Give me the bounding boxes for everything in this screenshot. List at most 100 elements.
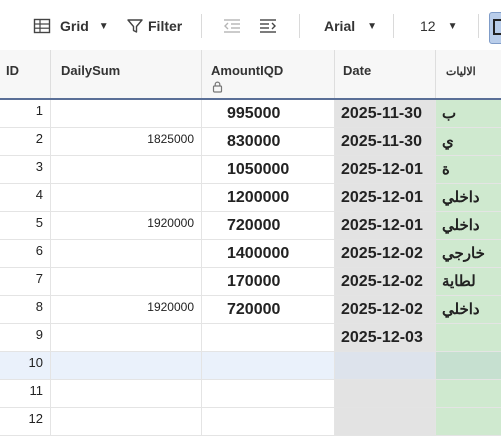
amount-cell[interactable]: 830000 [202,128,335,155]
id-cell[interactable]: 9 [0,324,51,351]
id-cell[interactable]: 10 [0,352,51,379]
font-family-select[interactable]: Arial ▼ [324,12,377,40]
font-size-select[interactable]: 12 ▼ [420,12,457,40]
date-cell[interactable]: 2025-12-01 [335,156,436,183]
table-row[interactable]: 8 1920000 720000 2025-12-02 داخلي [0,296,501,324]
daily-sum-cell[interactable] [51,324,202,351]
id-cell[interactable]: 6 [0,240,51,267]
amount-cell[interactable]: 720000 [202,296,335,323]
table-row[interactable]: 9 2025-12-03 [0,324,501,352]
date-cell[interactable]: 2025-12-03 [335,324,436,351]
daily-sum-cell[interactable]: 1825000 [51,128,202,155]
date-cell[interactable] [335,352,436,379]
id-cell[interactable]: 11 [0,380,51,407]
daily-sum-cell[interactable] [51,380,202,407]
date-cell[interactable]: 2025-12-01 [335,212,436,239]
arabic-cell[interactable]: داخلي [436,296,501,323]
table-row[interactable]: 3 1050000 2025-12-01 ة [0,156,501,184]
column-header-id[interactable]: ID [0,50,51,98]
column-header-amount[interactable]: AmountIQD [202,50,335,98]
date-cell[interactable]: 2025-11-30 [335,128,436,155]
daily-sum-cell[interactable]: 1920000 [51,212,202,239]
column-header-daily-sum[interactable]: DailySum [51,50,202,98]
toolbar: Grid ▼ Filter Arial ▼ 12 ▼ [0,0,501,51]
chevron-down-icon: ▼ [367,20,378,32]
table-row-selected[interactable]: 10 [0,352,501,380]
id-cell[interactable]: 2 [0,128,51,155]
amount-cell[interactable]: 995000 [202,100,335,127]
arabic-cell[interactable]: داخلي [436,184,501,211]
date-cell[interactable]: 2025-11-30 [335,100,436,127]
daily-sum-cell[interactable] [51,240,202,267]
amount-cell[interactable] [202,408,335,435]
arabic-cell[interactable] [436,408,501,435]
id-cell[interactable]: 4 [0,184,51,211]
data-grid: 1 995000 2025-11-30 ب 2 1825000 830000 2… [0,100,501,436]
arabic-cell[interactable]: خارجي [436,240,501,267]
arabic-cell[interactable] [436,380,501,407]
amount-cell[interactable] [202,380,335,407]
column-header-label: AmountIQD [211,63,284,78]
amount-cell[interactable] [202,324,335,351]
daily-sum-cell[interactable] [51,184,202,211]
arabic-cell[interactable]: داخلي [436,212,501,239]
daily-sum-cell[interactable] [51,156,202,183]
arabic-cell[interactable] [436,352,501,379]
column-header-label: Date [343,63,372,78]
daily-sum-cell[interactable]: 1920000 [51,296,202,323]
column-header-label: ID [6,63,19,78]
date-cell[interactable]: 2025-12-02 [335,296,436,323]
decrease-indent-button[interactable] [222,12,242,40]
column-header-row: ID DailySum AmountIQD Date الاليات [0,50,501,100]
amount-cell[interactable]: 720000 [202,212,335,239]
date-cell[interactable]: 2025-12-01 [335,184,436,211]
daily-sum-cell[interactable] [51,352,202,379]
arabic-cell[interactable]: ي [436,128,501,155]
daily-sum-cell[interactable] [51,268,202,295]
side-panel-toggle-button[interactable] [489,12,501,44]
id-cell[interactable]: 1 [0,100,51,127]
daily-sum-cell[interactable] [51,100,202,127]
panel-icon [493,19,501,35]
table-row[interactable]: 2 1825000 830000 2025-11-30 ي [0,128,501,156]
id-cell[interactable]: 3 [0,156,51,183]
amount-cell[interactable]: 1400000 [202,240,335,267]
date-cell[interactable]: 2025-12-02 [335,240,436,267]
filter-label: Filter [148,18,183,34]
arabic-cell[interactable]: ة [436,156,501,183]
amount-cell[interactable]: 1050000 [202,156,335,183]
table-row[interactable]: 12 [0,408,501,436]
date-cell[interactable]: 2025-12-02 [335,268,436,295]
id-cell[interactable]: 8 [0,296,51,323]
table-row[interactable]: 6 1400000 2025-12-02 خارجي [0,240,501,268]
column-header-date[interactable]: Date [335,50,436,98]
toolbar-divider [299,14,300,38]
font-size-value: 12 [420,18,436,34]
amount-cell[interactable] [202,352,335,379]
table-row[interactable]: 7 170000 2025-12-02 لطاية [0,268,501,296]
outdent-icon [222,17,242,35]
chevron-down-icon: ▼ [98,20,109,32]
table-row[interactable]: 1 995000 2025-11-30 ب [0,100,501,128]
amount-cell[interactable]: 1200000 [202,184,335,211]
id-cell[interactable]: 12 [0,408,51,435]
arabic-cell[interactable] [436,324,501,351]
arabic-cell[interactable]: ب [436,100,501,127]
column-header-arabic[interactable]: الاليات [436,50,501,98]
filter-button[interactable]: Filter [126,12,182,40]
id-cell[interactable]: 7 [0,268,51,295]
table-row[interactable]: 4 1200000 2025-12-01 داخلي [0,184,501,212]
arabic-cell[interactable]: لطاية [436,268,501,295]
chevron-down-icon: ▼ [447,20,458,32]
amount-cell[interactable]: 170000 [202,268,335,295]
date-cell[interactable] [335,380,436,407]
date-cell[interactable] [335,408,436,435]
id-cell[interactable]: 5 [0,212,51,239]
table-row[interactable]: 11 [0,380,501,408]
grid-view-button[interactable]: Grid ▼ [33,12,109,40]
table-row[interactable]: 5 1920000 720000 2025-12-01 داخلي [0,212,501,240]
column-header-label: الاليات [446,66,476,78]
filter-icon [126,17,144,35]
increase-indent-button[interactable] [258,12,278,40]
daily-sum-cell[interactable] [51,408,202,435]
